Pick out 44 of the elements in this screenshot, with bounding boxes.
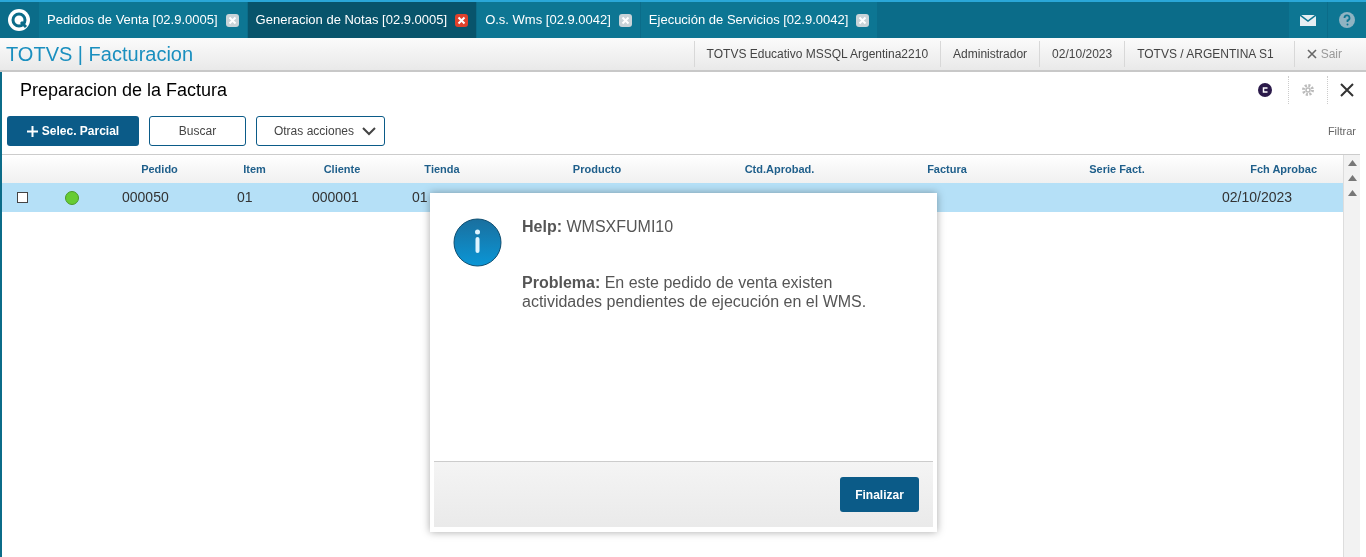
filter-link[interactable]: Filtrar — [1327, 122, 1356, 140]
close-icon — [1306, 49, 1317, 59]
finish-button[interactable]: Finalizar — [840, 477, 919, 512]
scrollbar[interactable] — [1343, 155, 1360, 557]
info-icon — [453, 218, 502, 267]
column-header[interactable]: Tienda — [392, 160, 492, 178]
close-icon[interactable] — [1340, 83, 1354, 97]
column-header[interactable]: Cliente — [292, 160, 392, 178]
table-cell: 02/10/2023 — [1221, 189, 1293, 205]
chevron-down-icon — [362, 126, 376, 136]
column-header[interactable]: Ctd.Aprobad. — [702, 160, 857, 178]
column-header[interactable]: Factura — [857, 160, 1037, 178]
header-info: TOTVS / ARGENTINA S1 — [1124, 41, 1286, 67]
app-title: TOTVS | Facturacion — [5, 42, 194, 67]
tab[interactable]: Pedidos de Venta [02.9.0005] — [39, 2, 247, 38]
partial-select-button[interactable]: Selec. Parcial — [7, 116, 139, 146]
close-icon[interactable] — [455, 13, 469, 27]
question-icon — [1339, 12, 1355, 28]
table-cell: 01 — [412, 189, 428, 205]
table-cell: 000050 — [122, 189, 169, 205]
more-actions-button[interactable]: Otras acciones — [256, 116, 385, 146]
plus-icon — [26, 125, 38, 137]
mail-button[interactable] — [1289, 2, 1327, 38]
tab[interactable]: Ejecución de Servicios [02.9.0042] — [640, 2, 878, 38]
header-info: TOTVS Educativo MSSQL Argentina2210 — [693, 41, 941, 67]
column-header[interactable]: Fch Aprobac — [1197, 160, 1317, 178]
table-cell: 000001 — [312, 189, 359, 205]
header-info: 02/10/2023 — [1039, 41, 1125, 67]
problem-message: Problema: En este pedido de venta existen actividades pendientes de ejecución en el WMS. — [522, 273, 868, 311]
column-header[interactable]: Producto — [492, 160, 702, 178]
page-title: Preparacion de la Factura — [20, 78, 229, 102]
row-checkbox[interactable] — [16, 192, 28, 203]
tab[interactable]: O.s. Wms [02.9.0042] — [477, 2, 640, 38]
column-header[interactable]: Item — [217, 160, 292, 178]
search-button[interactable]: Buscar — [149, 116, 246, 146]
help-code: Help: WMSXFUMI10 — [522, 217, 675, 237]
column-header[interactable]: Serie Fact. — [1037, 160, 1197, 178]
mail-icon — [1300, 14, 1316, 26]
column-header[interactable]: Pedido — [102, 160, 217, 178]
header-info: Administrador — [940, 41, 1040, 67]
table-cell: 01 — [237, 189, 253, 205]
circle-icon[interactable] — [1258, 83, 1272, 97]
tab[interactable]: Generacion de Notas [02.9.0005] — [247, 2, 477, 38]
logo-icon[interactable] — [7, 8, 31, 32]
